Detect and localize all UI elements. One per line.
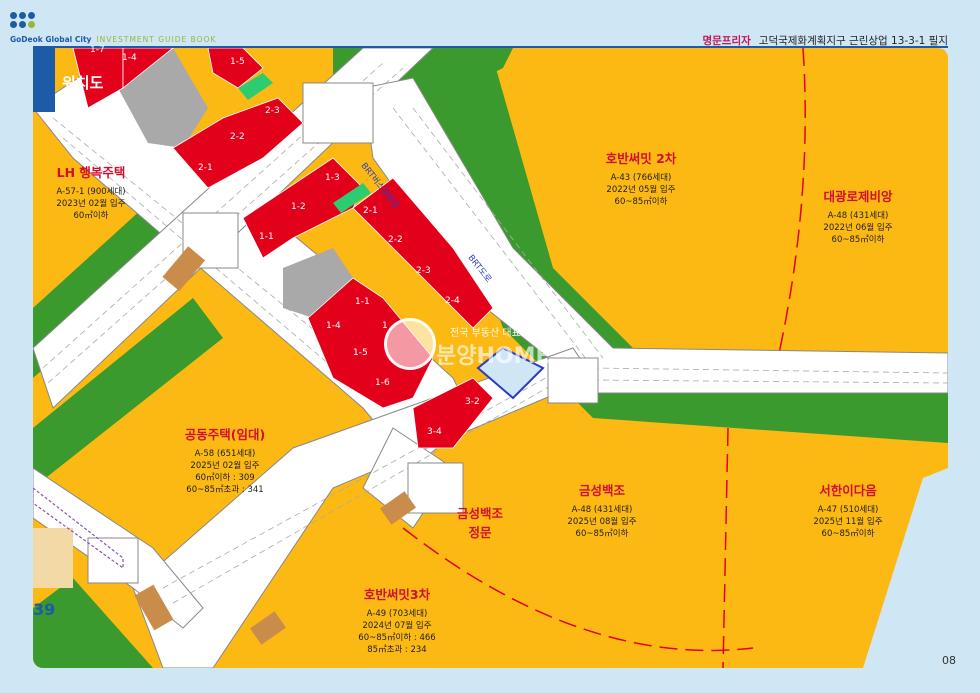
lot-label: 2-3: [265, 106, 280, 116]
complex-detail: A-49 (703세대): [366, 609, 428, 619]
intersection-right: [547, 357, 599, 404]
complex-detail: 2023년 02월 입주: [56, 199, 126, 209]
complex-name: 서한이다음: [819, 483, 877, 498]
lot-label: 2-4: [445, 296, 460, 306]
complex-detail: 2025년 08월 입주: [567, 517, 637, 527]
lot-label: 2-2: [230, 132, 245, 142]
intersection-top: [302, 82, 374, 144]
lot-label: 1-2: [291, 202, 306, 212]
complex-detail: A-47 (510세대): [817, 505, 879, 515]
complex-detail: 2022년 05월 입주: [606, 185, 676, 195]
brand-subtitle: INVESTMENT GUIDE BOOK: [96, 35, 217, 44]
lot-label: 2-3: [416, 266, 431, 276]
complex-detail: 2025년 02월 입주: [190, 461, 260, 471]
complex-name: 대광로제비앙: [823, 189, 893, 204]
complex-label: 대광로제비앙 A-48 (431세대) 2022년 06월 입주 60~85㎡이…: [783, 186, 933, 246]
complex-detail: A-48 (431세대): [571, 505, 633, 515]
complex-name: 금성백조: [578, 483, 625, 498]
complex-detail: 60㎡이하: [73, 211, 109, 221]
complex-detail: A-48 (431세대): [827, 211, 889, 221]
complex-detail: 85㎡초과 : 234: [367, 645, 427, 655]
lot-label: 1-4: [326, 321, 341, 331]
complex-detail: A-57-1 (900세대): [56, 187, 126, 197]
complex-detail: 2024년 07월 입주: [362, 621, 432, 631]
complex-label: 호반써밋3차 A-49 (703세대) 2024년 07월 입주 60~85㎡이…: [322, 584, 472, 656]
lot-label: 2-2: [388, 235, 403, 245]
lot-label: 1-1: [259, 232, 274, 242]
lot-label: 1-5: [230, 57, 245, 67]
complex-label: 금성백조 A-48 (431세대) 2025년 08월 입주 60~85㎡이하: [527, 480, 677, 540]
complex-detail: A-58 (651세대): [194, 449, 256, 459]
gate-label: 금성백조 정문: [440, 503, 520, 541]
lot-label: 1-6: [375, 378, 390, 388]
lot-label: 1-1: [355, 297, 370, 307]
watermark-line2: 분양HOME: [436, 344, 551, 369]
complex-detail: 60~85㎡이하: [831, 235, 885, 245]
complex-label: LH 행복주택 A-57-1 (900세대) 2023년 02월 입주 60㎡이…: [16, 162, 166, 222]
lot-label: 2-1: [363, 206, 378, 216]
header: GoDeok Global City INVESTMENT GUIDE BOOK …: [0, 0, 980, 48]
lot-label: 3-4: [427, 427, 442, 437]
complex-detail: 60㎡이하 : 309: [195, 473, 255, 483]
brand-name-text: GoDeok Global City: [10, 35, 92, 44]
complex-name: 호반써밋 2차: [605, 151, 677, 166]
complex-detail: 60~85㎡이하 : 466: [358, 633, 436, 643]
complex-label: 호반써밋 2차 A-43 (766세대) 2022년 05월 입주 60~85㎡…: [566, 148, 716, 208]
lot-label: 1-5: [353, 348, 368, 358]
watermark-logo-icon: [384, 318, 436, 370]
complex-detail: 2022년 06월 입주: [823, 223, 893, 233]
section-title: 위치도: [62, 74, 104, 92]
watermark-line1: 전국 부동산 대표 매체: [450, 328, 543, 339]
complex-detail: A-43 (766세대): [610, 173, 672, 183]
complex-name: 호반써밋3차: [363, 587, 431, 602]
lot-label: 3-2: [465, 397, 480, 407]
page-number: 08: [942, 654, 956, 667]
lot-label: 2-1: [198, 163, 213, 173]
complex-detail: 60~85㎡이하: [821, 529, 875, 539]
section-tab: [33, 48, 55, 112]
gate-label-line: 정문: [468, 525, 492, 540]
brand-name: GoDeok Global City INVESTMENT GUIDE BOOK: [10, 35, 216, 44]
complex-name: 공동주택(임대): [184, 427, 266, 442]
complex-detail: 60~85㎡초과 : 341: [186, 485, 264, 495]
complex-detail: 60~85㎡이하: [614, 197, 668, 207]
complex-label: 서한이다음 A-47 (510세대) 2025년 11월 입주 60~85㎡이하: [773, 480, 923, 540]
lot-label: 1-3: [325, 173, 340, 183]
complex-name: LH 행복주택: [56, 165, 126, 180]
edge-label: 39: [33, 600, 56, 619]
lot-label: 1-7: [90, 45, 105, 55]
beige-zone: [33, 528, 73, 588]
complex-detail: 60~85㎡이하: [575, 529, 629, 539]
gate-label-line: 금성백조: [456, 506, 503, 521]
complex-label: 공동주택(임대) A-58 (651세대) 2025년 02월 입주 60㎡이하…: [150, 424, 300, 496]
lot-label: 1-4: [122, 53, 137, 63]
complex-detail: 2025년 11월 입주: [813, 517, 883, 527]
